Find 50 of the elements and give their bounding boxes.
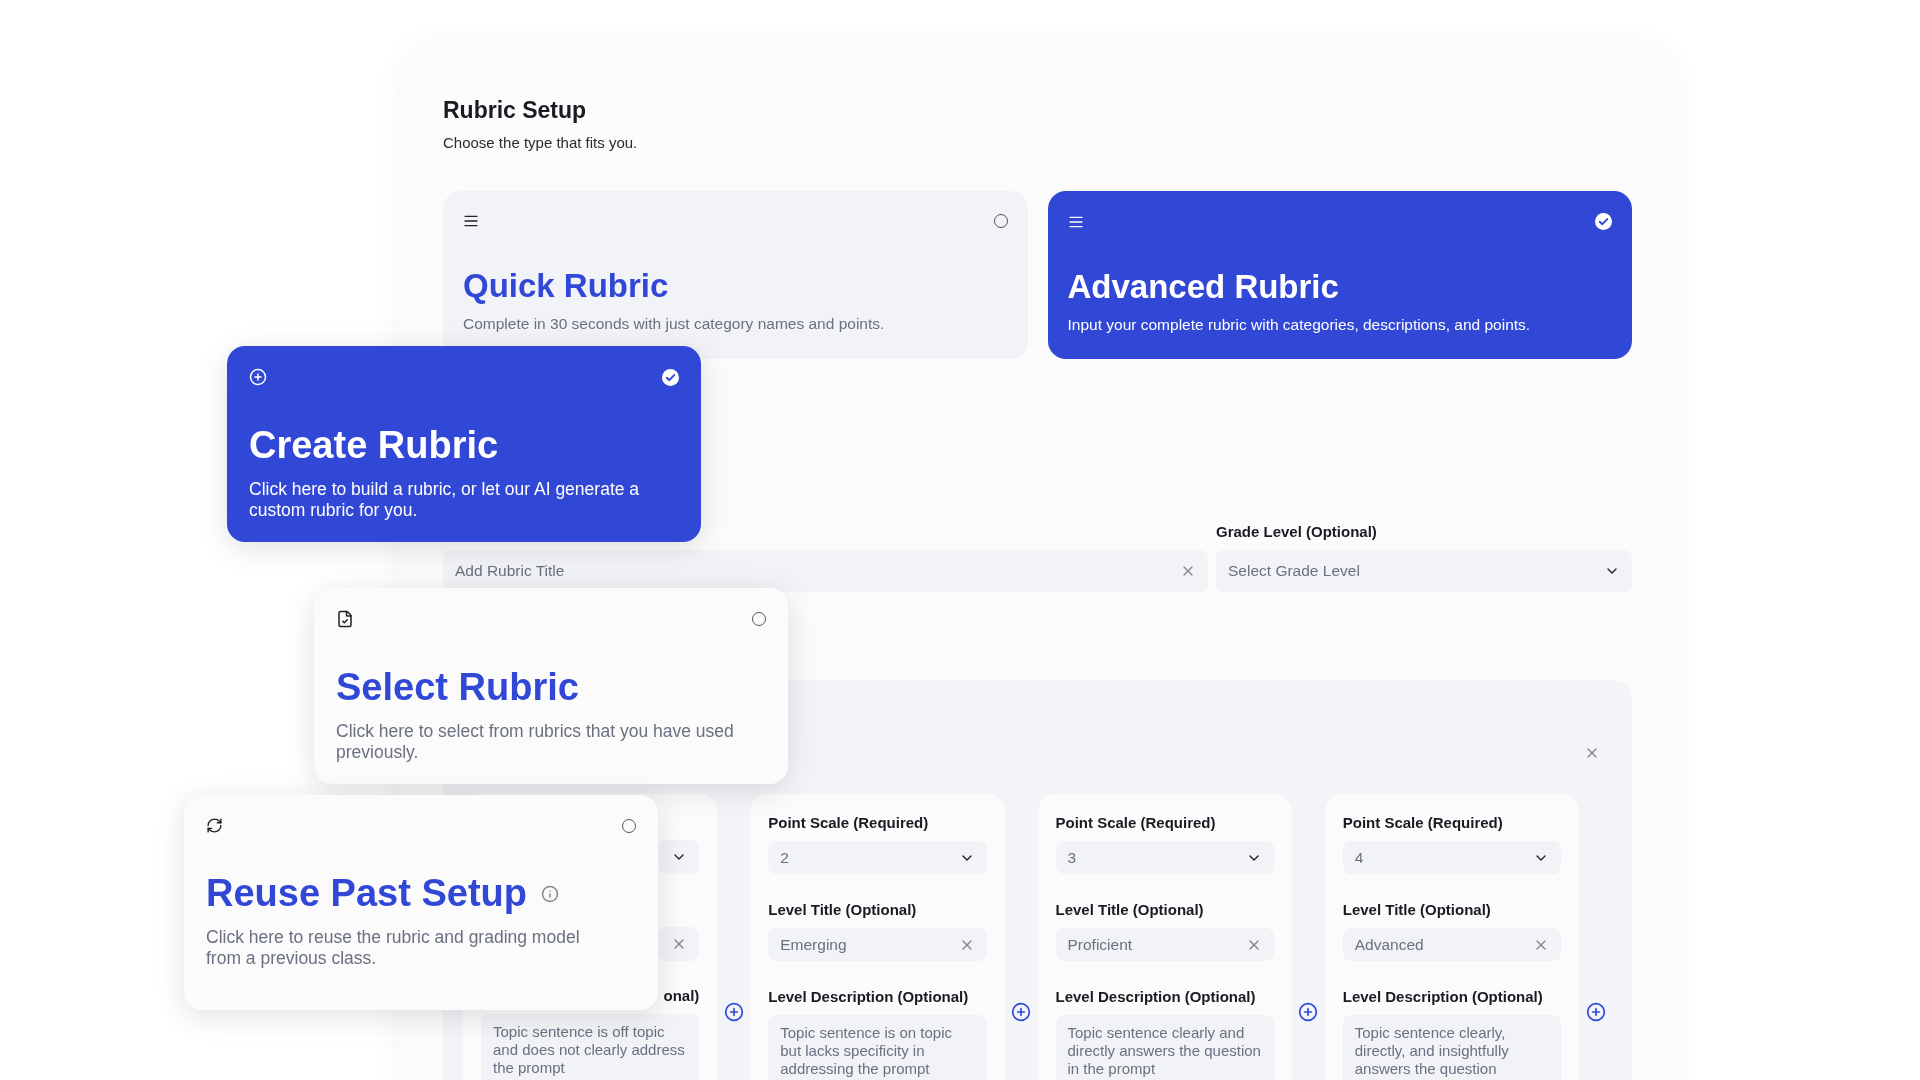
card-title: Select Rubric (336, 666, 579, 709)
field-label: Grade Level (Optional) (1216, 523, 1378, 540)
card-title: Reuse Past Setup (206, 872, 527, 915)
level-title-field[interactable]: Advanced (1342, 927, 1562, 962)
level-title-field[interactable]: Proficient (1055, 927, 1274, 962)
field-label: Level Title (Optional) (1342, 900, 1492, 918)
card-title: Quick Rubric (463, 267, 670, 305)
level-description-field[interactable]: Topic sentence is on topic but lacks specificity in addressing the prompt (768, 1014, 987, 1080)
field-label: onal) (662, 987, 700, 1005)
field-label: Level Description (Optional) (1342, 987, 1544, 1005)
field-label: Level Title (Optional) (1055, 900, 1205, 918)
info-icon[interactable] (541, 884, 559, 903)
field-label: Level Description (Optional) (768, 987, 970, 1005)
option-card[interactable]: Select Rubric Click here to select from rubrics that you have used previously. (314, 588, 788, 784)
grade-level-select[interactable]: Select Grade Level (1216, 550, 1632, 592)
rubric-type-card[interactable]: Quick Rubric Complete in 30 seconds with just category names and points. (443, 191, 1028, 359)
add-level-icon[interactable] (1298, 1002, 1319, 1022)
card-description: Click here to select from rubrics that you have used previously. (336, 721, 735, 763)
refresh-icon (206, 817, 223, 834)
card-description: Input your complete rubric with categories, descriptions, and points. (1067, 316, 1532, 334)
plus-circle-icon (249, 368, 267, 386)
rubric-type-card[interactable]: Advanced Rubric Input your complete rubric with categories, descriptions, and points. (1047, 191, 1632, 359)
page-subtitle: Choose the type that fits you. (443, 134, 639, 151)
field-label: Point Scale (Required) (1055, 814, 1217, 831)
level-title-field[interactable] (659, 927, 700, 961)
field-label: Level Title (Optional) (768, 900, 918, 918)
level-description-field[interactable]: Topic sentence is off topic and does not clearly address the prompt (481, 1014, 700, 1080)
option-card[interactable]: Create Rubric Click here to build a rubric, or let our AI generate a custom rubric for you. (227, 346, 701, 542)
level-description-field[interactable]: Topic sentence clearly and directly answers the question in the prompt (1055, 1014, 1274, 1080)
point-scale-select[interactable]: 4 (1342, 841, 1562, 875)
add-level-icon[interactable] (1011, 1002, 1032, 1022)
add-level-icon[interactable] (1585, 1002, 1606, 1022)
level-title-field[interactable]: Emerging (768, 927, 987, 962)
rubric-title-field[interactable]: Add Rubric Title (443, 550, 1208, 592)
card-title: Advanced Rubric (1067, 268, 1340, 306)
card-description: Click here to build a rubric, or let our AI generate a custom rubric for you. (249, 479, 641, 521)
card-description: Click here to reuse the rubric and grading model from a previous class. (206, 927, 581, 969)
point-scale-select[interactable]: 3 (1055, 841, 1274, 875)
text-lines-icon (463, 213, 479, 229)
page-title: Rubric Setup (443, 97, 588, 124)
level-description-field[interactable]: Topic sentence clearly, directly, and insightfully answers the question (1342, 1014, 1562, 1080)
option-card[interactable]: Reuse Past Setup Click here to reuse the rubric and grading model from a previous class. (184, 795, 658, 1010)
field-label: Point Scale (Required) (768, 814, 930, 831)
file-check-icon (336, 610, 354, 628)
field-label: Level Description (Optional) (1055, 987, 1257, 1005)
card-title: Create Rubric (249, 424, 499, 467)
field-label: Point Scale (Required) (1342, 814, 1504, 831)
point-scale-select[interactable]: 2 (768, 841, 987, 875)
add-level-icon[interactable] (723, 1002, 744, 1022)
card-description: Complete in 30 seconds with just category names and points. (463, 315, 886, 333)
